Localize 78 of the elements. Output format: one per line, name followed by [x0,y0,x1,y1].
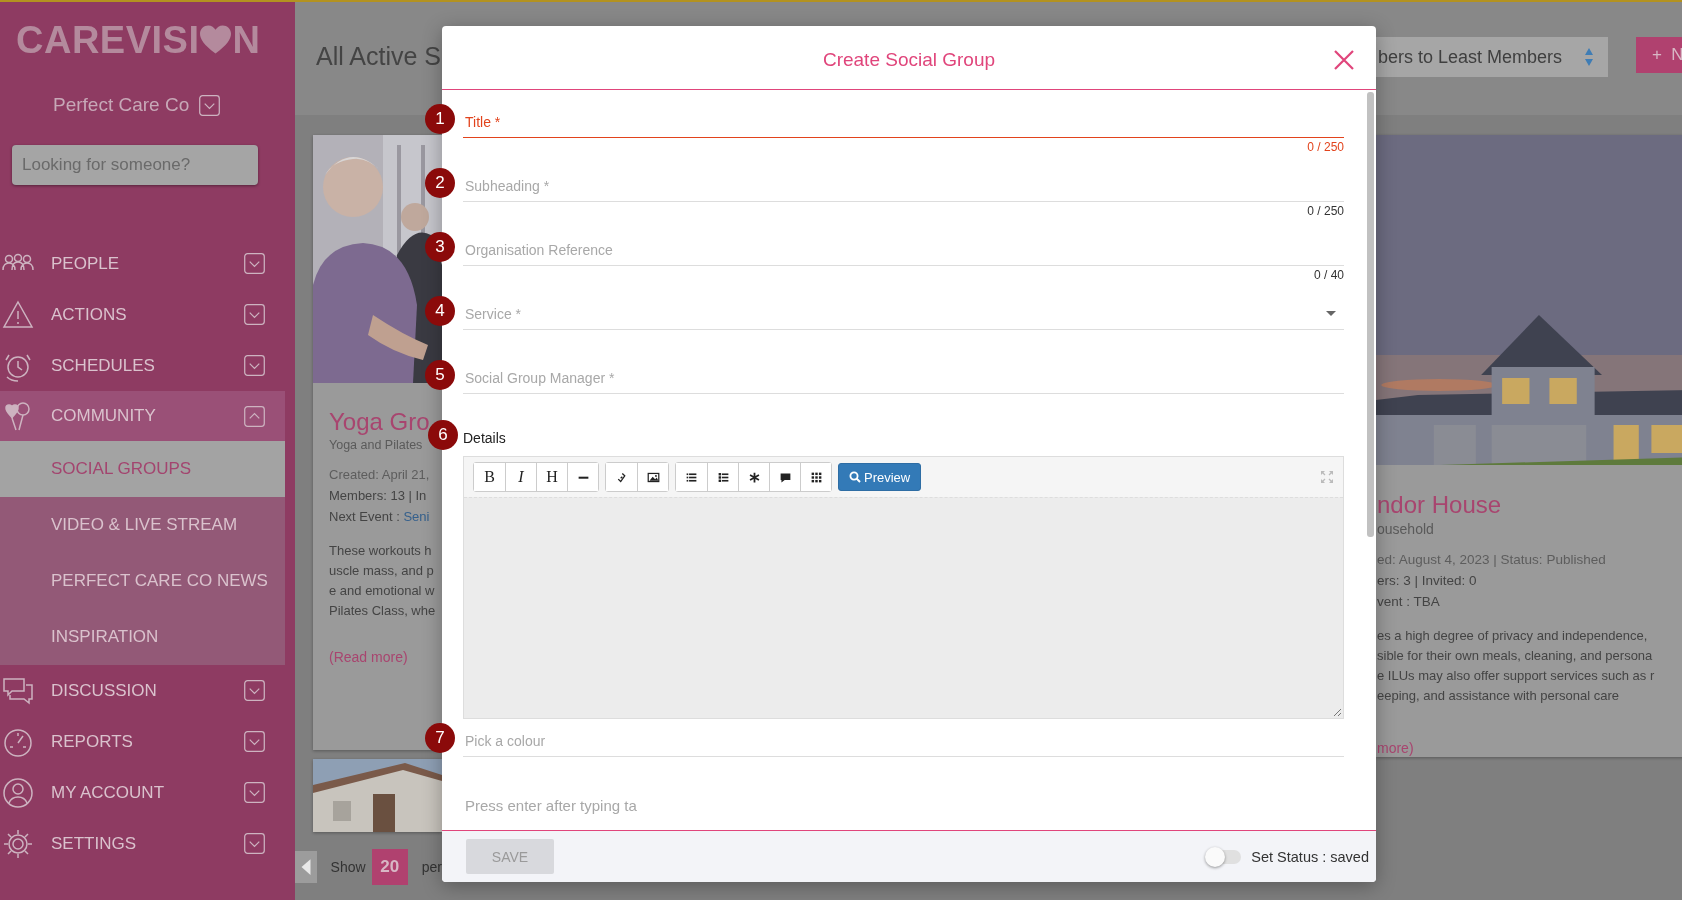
show-label: Show [330,859,366,875]
status-label: Set Status : saved [1251,848,1369,865]
page-size-button[interactable]: 20 [371,849,408,885]
warning-icon [2,298,34,331]
group-title[interactable]: ndor House [1377,491,1502,519]
chevron-up-icon[interactable] [244,405,265,427]
close-icon[interactable] [1334,50,1354,70]
caret-icon [1326,310,1336,317]
logo-text: CAREVISI [16,18,200,62]
chevron-down-icon[interactable] [244,253,265,274]
group-subtitle: Yoga and Pilates [329,438,423,452]
chevron-down-icon[interactable] [244,833,265,854]
nav-item[interactable]: PEOPLE [0,238,285,289]
dialog-title: Create Social Group [822,48,996,71]
chevron-down-icon[interactable] [244,782,265,803]
heart-icon [200,25,232,55]
arrow-left-icon [299,858,312,876]
step-marker: 4 [425,296,455,326]
chevron-down-icon[interactable] [244,680,265,701]
service-dropdown[interactable]: Service * [463,292,1344,330]
preview-button[interactable]: Preview [838,463,922,491]
step-marker: 3 [425,232,455,262]
scrollbar[interactable] [1367,92,1374,537]
chevron-down-icon[interactable] [244,355,265,376]
image-icon[interactable] [637,463,668,491]
search-field[interactable]: Looking for someone? [12,145,258,185]
character-counter: 0 / 250 [1306,139,1344,154]
created-date: ed: August 4, 2023 | Status: Published [1377,551,1607,569]
resize-grip-icon[interactable] [1332,707,1342,717]
submenu-item[interactable]: VIDEO & LIVE STREAM [0,497,285,553]
per-label: per [421,859,442,875]
sort-dropdown[interactable]: bers to Least Members [1376,37,1608,77]
submenu-item[interactable]: INSPIRATION [0,609,285,665]
group-subtitle: ousehold [1377,521,1434,537]
sort-arrows-icon [1584,47,1594,67]
search-icon [849,471,861,483]
read-more-link[interactable]: more) [1377,740,1414,756]
nav-item[interactable]: SETTINGS [0,818,285,869]
member-count: ers: 3 | Invited: 0 [1377,572,1478,590]
created-date: Created: April 21, [329,466,430,484]
logo-text: N [232,18,261,62]
read-more-link[interactable]: (Read more) [329,649,408,665]
group-description: These workouts h uscle mass, and p e and emotional w Pilates Class, whe [329,542,436,620]
member-count: Members: 13 | In [329,487,427,505]
submenu-item[interactable]: SOCIAL GROUPS [0,441,285,497]
page-title: All Active S [316,42,442,70]
nav-item[interactable]: SCHEDULES [0,340,285,391]
character-counter: 0 / 250 [1306,203,1344,218]
status-toggle[interactable] [1207,849,1242,864]
next-event-label: Next Event : [329,509,401,524]
nav-item[interactable]: REPORTS [0,716,285,767]
character-counter: 0 / 40 [1312,267,1344,282]
step-marker: 1 [425,104,455,134]
user-icon [2,776,34,809]
text-field[interactable]: Title * [463,100,1344,138]
new-group-button[interactable]: + N [1636,37,1682,73]
group-title[interactable]: Yoga Gro [329,408,430,436]
chevron-down-icon[interactable] [244,304,265,325]
event-link[interactable]: Seni [403,509,430,524]
tags-field[interactable]: Press enter after typing ta [463,783,1344,822]
nav-item[interactable]: ACTIONS [0,289,285,340]
step-marker: 2 [425,168,455,198]
group-description: es a high degree of privacy and independence, sible for their own meals, cleaning, and persona e ILUs may also offer support services such as r eeping, and assistance with personal care [1377,627,1656,705]
organisation-name: Perfect Care Co [53,94,190,116]
step-marker: 5 [425,360,455,390]
chevron-down-icon[interactable] [199,94,221,116]
submenu-item[interactable]: PERFECT CARE CO NEWS [0,553,285,609]
step-marker: 6 [428,420,458,450]
nav-item[interactable]: COMMUNITY [0,391,285,441]
grid-icon[interactable] [800,463,831,491]
next-event-label: vent : TBA [1377,594,1440,609]
nav-item[interactable]: MY ACCOUNT [0,767,285,818]
field-label: Details [463,430,507,448]
nav-item[interactable]: DISCUSSION [0,665,285,716]
chevron-down-icon[interactable] [244,731,265,752]
step-marker: 7 [425,723,455,753]
settings-icon [2,827,34,860]
previous-page-button[interactable] [295,851,317,883]
